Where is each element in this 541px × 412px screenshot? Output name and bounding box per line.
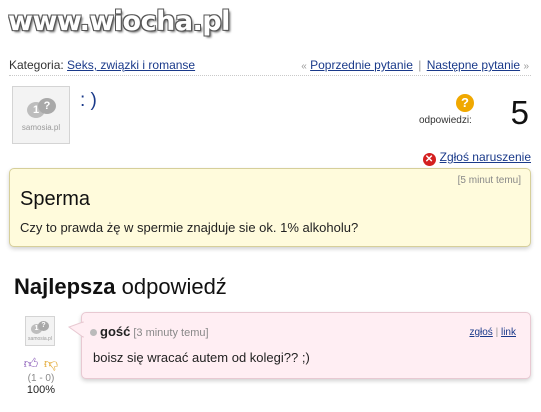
report-button[interactable]: ✕ Zgłoś naruszenie [422,150,531,166]
vote-percent: 100% [26,384,56,396]
prev-arrow-icon: « [301,61,307,72]
status-dot-icon [90,329,97,336]
thumbs-up-icon[interactable]: 👍︎ [23,355,39,371]
best-answer-heading-bold: Najlepsza [14,274,116,299]
best-answer-heading: Najlepsza odpowiedź [14,274,227,300]
answer-author[interactable]: gość [100,324,130,339]
answer-actions: zgłoś | link [469,327,516,338]
speech-tail [67,321,84,338]
question-box: [5 minut temu] Sperma Czy to prawda żę w… [9,143,531,247]
thumbs-down-icon[interactable]: 👎︎ [43,355,59,371]
nav-separator: | [418,58,422,72]
answerer-avatar[interactable]: 1 ? samosia.pl [25,316,55,346]
speech-bubbles-icon: 1 ? [25,98,57,120]
answer-permalink[interactable]: link [501,327,516,338]
answer-header: gość [3 minuty temu] [90,324,209,339]
answer-text: boisz się wracać autem od kolegi?? ;) [93,350,310,365]
question-timestamp: [5 minut temu] [457,175,521,186]
avatar-logo-label: samosia.pl [21,123,61,132]
question-title: Sperma [20,188,91,210]
answer-report-link[interactable]: zgłoś [469,327,492,338]
answers-count: 5 [510,94,529,131]
category-bar: Kategoria: Seks, związki i romanse « Pop… [9,58,531,76]
question-mark-icon: ? [456,94,474,112]
next-question-link[interactable]: Następne pytanie [427,58,520,72]
answers-label: odpowiedzi: [419,115,472,126]
prev-question-link[interactable]: Poprzednie pytanie [310,58,413,72]
answers-counter: ? odpowiedzi: 5 [419,94,529,134]
category-link[interactable]: Seks, związki i romanse [67,58,195,72]
next-arrow-icon: » [523,61,529,72]
asker-nickname[interactable]: : ) [80,90,97,112]
report-close-icon: ✕ [422,153,436,166]
answer-timestamp: [3 minuty temu] [133,327,209,339]
answer-box: gość [3 minuty temu] zgłoś | link boisz s… [67,312,531,379]
site-watermark: www.wiocha.pl [8,6,230,37]
speech-bubbles-icon: 1 ? [30,320,50,335]
question-body: Czy to prawda żę w spermie znajduje sie … [20,220,359,235]
asker-avatar[interactable]: 1 ? samosia.pl [12,86,70,144]
category-label: Kategoria: [9,58,64,72]
question-nav: « Poprzednie pytanie | Następne pytanie … [301,58,529,72]
vote-panel: 👍︎ 👎︎ (1 - 0) 100% [17,355,65,396]
best-answer-heading-rest: odpowiedź [115,274,227,299]
report-label: Zgłoś naruszenie [439,150,531,164]
vote-score: (1 - 0) [27,373,55,384]
avatar-logo-label: samosia.pl [28,335,52,342]
